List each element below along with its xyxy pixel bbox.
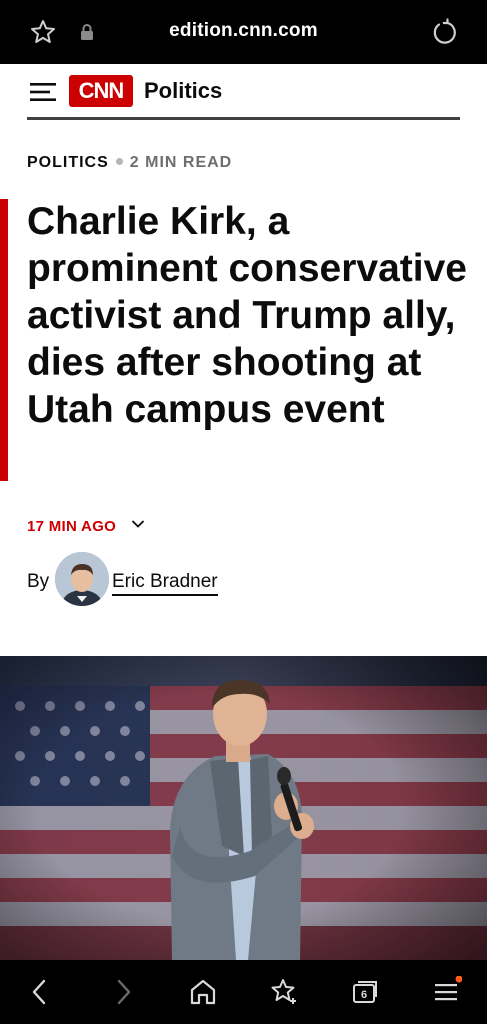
read-time: 2 MIN READ (129, 154, 233, 171)
timestamp: 17 MIN AGO (27, 518, 117, 535)
separator-dot (115, 158, 123, 166)
menu-icon[interactable] (430, 976, 462, 1008)
site-header: CNN Politics (0, 64, 487, 120)
headline-accent-bar (0, 199, 8, 481)
hamburger-menu-icon[interactable] (30, 81, 56, 103)
browser-bottom-bar: 6 (0, 960, 487, 1024)
forward-icon[interactable] (107, 976, 139, 1008)
author-avatar[interactable] (55, 552, 109, 606)
timestamp-toggle[interactable]: 17 MIN AGO (27, 518, 145, 535)
lead-photo[interactable] (0, 656, 487, 960)
tabs-icon[interactable]: 6 (349, 976, 381, 1008)
author-link[interactable]: Eric Bradner (112, 571, 218, 596)
article-meta: POLITICS 2 MIN READ (27, 154, 232, 172)
favorites-icon[interactable] (268, 976, 300, 1008)
browser-top-bar: edition.cnn.com (0, 0, 487, 64)
category-label[interactable]: POLITICS (27, 154, 109, 171)
tab-count: 6 (361, 989, 367, 1001)
lead-photo-image (0, 656, 487, 960)
reload-icon[interactable] (430, 18, 458, 46)
chevron-down-icon (131, 520, 145, 528)
home-icon[interactable] (187, 976, 219, 1008)
by-label: By (27, 571, 50, 592)
address-bar-url[interactable]: edition.cnn.com (0, 20, 487, 42)
section-title[interactable]: Politics (144, 78, 222, 104)
back-icon[interactable] (24, 976, 56, 1008)
cnn-logo[interactable]: CNN (69, 75, 133, 107)
header-divider (27, 117, 460, 120)
article-headline: Charlie Kirk, a prominent conservative a… (27, 200, 467, 431)
